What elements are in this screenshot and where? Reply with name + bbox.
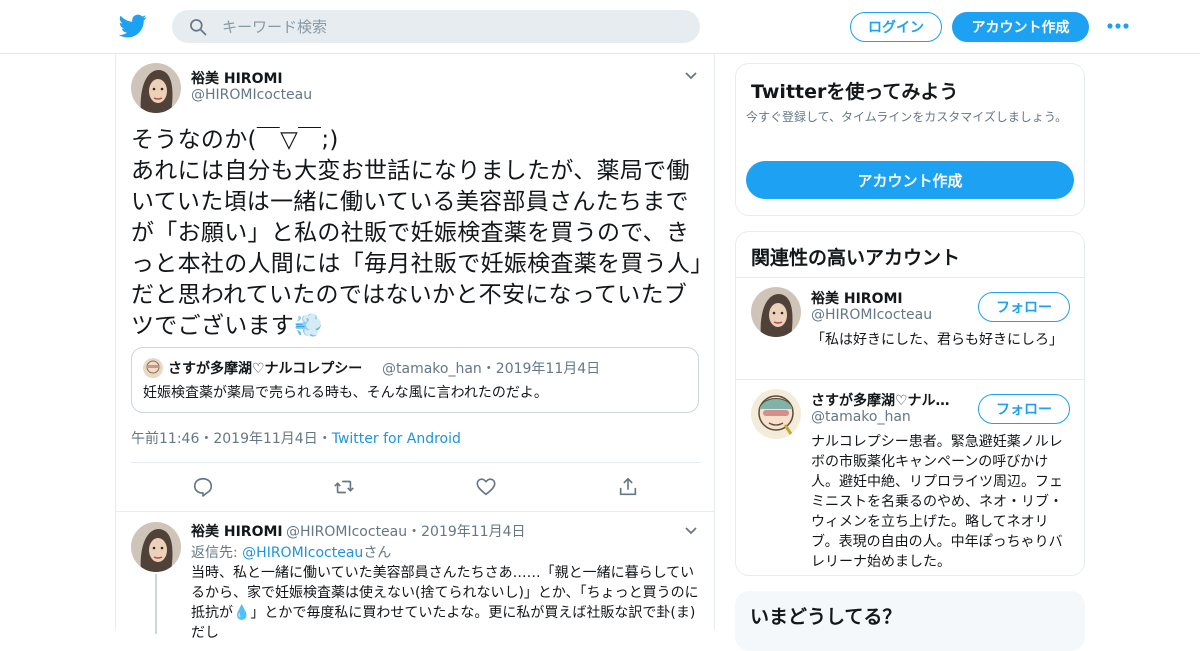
search-input[interactable] bbox=[222, 10, 682, 43]
related-account-name[interactable]: 裕美 HIROMI bbox=[811, 288, 903, 308]
related-account-bio: ナルコレプシー患者。緊急避妊薬ノルレボの市販薬化キャンペーンの呼びかけ人。避妊中… bbox=[811, 434, 1063, 570]
related-account-bio: 「私は好きにした、君らも好きにしろ」 bbox=[811, 332, 1063, 348]
reply-to-prefix: 返信先: bbox=[191, 545, 243, 561]
signup-card-button[interactable]: アカウント作成 bbox=[746, 161, 1074, 199]
divider bbox=[736, 379, 1084, 380]
avatar[interactable] bbox=[131, 63, 181, 113]
divider bbox=[131, 462, 701, 463]
avatar bbox=[143, 358, 163, 378]
quoted-author-name: さすが多摩湖♡ナルコレプシー bbox=[168, 361, 363, 377]
signup-button[interactable]: アカウント作成 bbox=[952, 12, 1089, 42]
reply-to-line: 返信先: @HIROMIcocteauさん bbox=[191, 542, 391, 562]
reply-tweet[interactable]: 裕美 HIROMI @HIROMIcocteau・2019年11月4日 返信先:… bbox=[116, 511, 714, 641]
twitter-bird-icon[interactable] bbox=[118, 12, 148, 40]
related-account-handle[interactable]: @tamako_han bbox=[811, 409, 911, 425]
follow-button[interactable]: フォロー bbox=[978, 292, 1070, 322]
reply-to-mention-link[interactable]: @HIROMIcocteau bbox=[242, 545, 363, 561]
card-title: いまどうしてる？ bbox=[750, 606, 902, 628]
related-account-handle[interactable]: @HIROMIcocteau bbox=[811, 307, 932, 323]
search-box[interactable] bbox=[172, 10, 700, 43]
reply-icon[interactable] bbox=[192, 476, 214, 498]
like-heart-icon[interactable] bbox=[475, 476, 497, 498]
more-options-icon[interactable] bbox=[1106, 18, 1130, 34]
quoted-tweet-text: 妊娠検査薬が薬局で売られる時も、そんな風に言われたのだよ。 bbox=[143, 385, 548, 401]
tweet-timestamp: 午前11:46・2019年11月4日・Twitter for Android bbox=[131, 428, 461, 448]
related-accounts-card: 関連性の高いアカウント 裕美 HIROMI @HIROMIcocteau フォロ… bbox=[735, 231, 1085, 576]
divider bbox=[736, 277, 1084, 278]
follow-button[interactable]: フォロー bbox=[978, 394, 1070, 424]
chevron-down-icon[interactable] bbox=[684, 526, 698, 536]
avatar[interactable] bbox=[751, 389, 801, 439]
signup-promo-card: Twitterを使ってみよう 今すぐ登録して、タイムラインをカスタマイズしましょ… bbox=[735, 63, 1085, 216]
card-title: Twitterを使ってみよう bbox=[751, 81, 959, 103]
retweet-icon[interactable] bbox=[333, 476, 355, 498]
reply-author-meta[interactable]: @HIROMIcocteau・2019年11月4日 bbox=[286, 521, 525, 541]
timestamp-text[interactable]: 午前11:46・2019年11月4日・ bbox=[131, 431, 332, 447]
author-handle[interactable]: @HIROMIcocteau bbox=[191, 87, 312, 103]
quoted-tweet[interactable]: さすが多摩湖♡ナルコレプシー @tamako_han・2019年11月4日 妊娠… bbox=[131, 347, 699, 413]
tweet-source-link[interactable]: Twitter for Android bbox=[332, 431, 461, 447]
quoted-author-meta: @tamako_han・2019年11月4日 bbox=[382, 361, 601, 377]
reply-tweet-text: 当時、私と一緒に働いていた美容部員さんたちさあ……「親と一緒に暮らしているから、… bbox=[191, 565, 699, 641]
search-icon bbox=[190, 19, 207, 36]
related-account-name[interactable]: さすが多摩湖♡ナル… bbox=[811, 390, 950, 410]
share-icon[interactable] bbox=[617, 476, 639, 498]
reply-author-name[interactable]: 裕美 HIROMI bbox=[191, 521, 283, 541]
author-name[interactable]: 裕美 HIROMI bbox=[191, 68, 283, 88]
thread-connector-line bbox=[155, 574, 157, 634]
whats-happening-card: いまどうしてる？ bbox=[735, 591, 1085, 651]
reply-to-suffix: さん bbox=[363, 545, 392, 561]
card-subtitle: 今すぐ登録して、タイムラインをカスタマイズしましょう。 bbox=[746, 110, 1068, 124]
avatar[interactable] bbox=[131, 522, 181, 572]
chevron-down-icon[interactable] bbox=[684, 71, 698, 81]
tweet-text: そうなのか(￣▽￣;) あれには自分も大変お世話になりましたが、薬局で働いていた… bbox=[131, 127, 702, 339]
main-timeline-column: 裕美 HIROMI @HIROMIcocteau そうなのか(￣▽￣;) あれに… bbox=[115, 54, 715, 641]
avatar[interactable] bbox=[751, 287, 801, 337]
card-title: 関連性の高いアカウント bbox=[751, 247, 961, 269]
login-button[interactable]: ログイン bbox=[850, 12, 942, 42]
top-navigation-bar: ログイン アカウント作成 bbox=[0, 0, 1200, 54]
